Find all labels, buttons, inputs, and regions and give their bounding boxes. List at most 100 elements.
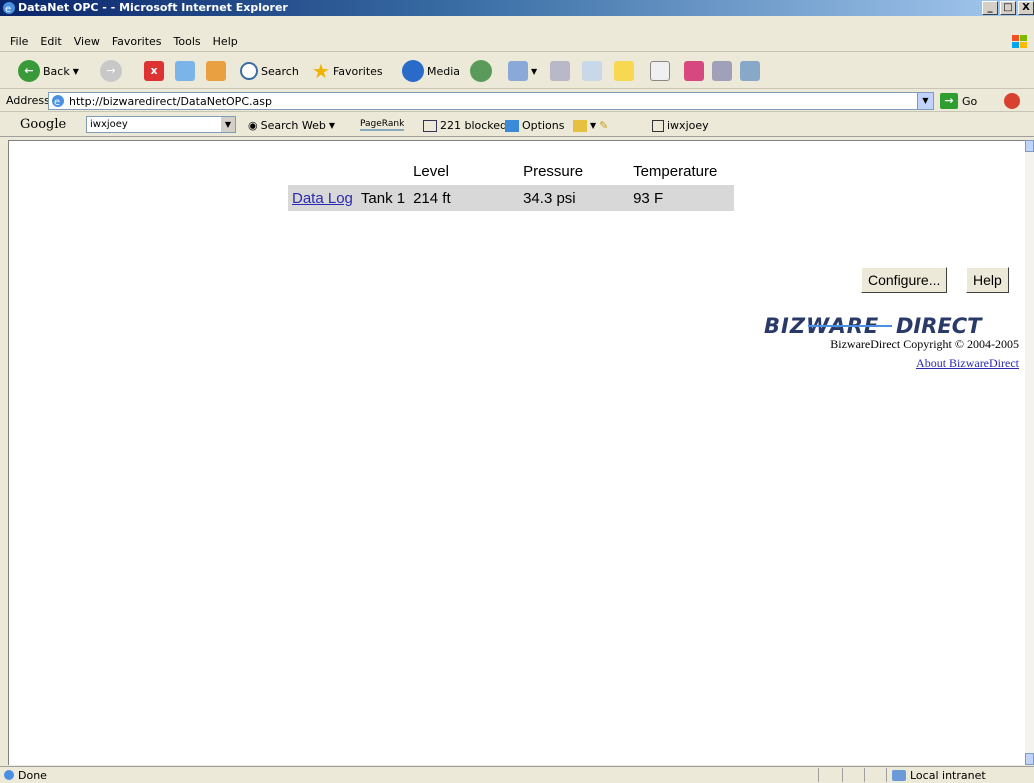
messenger-button[interactable]: [684, 59, 704, 83]
stop-button[interactable]: x: [144, 59, 164, 83]
options-icon: [505, 119, 519, 132]
scroll-up-button[interactable]: [1025, 140, 1034, 152]
scroll-down-button[interactable]: [1025, 753, 1034, 765]
media-button[interactable]: Media: [402, 59, 460, 83]
chevron-down-icon: ▼: [590, 121, 597, 130]
chevron-down-icon: ▼: [72, 66, 79, 76]
highlighter-icon: ✎: [599, 119, 609, 132]
options-button[interactable]: Options: [505, 119, 564, 132]
chevron-down-icon[interactable]: ▼: [917, 93, 933, 109]
menu-edit[interactable]: Edit: [40, 35, 61, 48]
contacts-button[interactable]: [740, 59, 760, 83]
history-icon: [470, 60, 492, 82]
folder-button[interactable]: ▼ ✎: [573, 119, 608, 132]
chevron-down-icon: ▼: [531, 66, 538, 76]
tool-button[interactable]: [712, 59, 732, 83]
level-value: 214 ft: [409, 185, 520, 211]
menu-tools[interactable]: Tools: [174, 35, 201, 48]
mail-icon: [508, 61, 528, 81]
blocked-count: 221 blocked: [440, 119, 508, 132]
data-log-cell: Data Log: [288, 185, 357, 211]
vertical-scrollbar[interactable]: [1025, 140, 1034, 765]
google-logo[interactable]: Google: [20, 117, 66, 132]
star-icon: ★: [312, 59, 330, 83]
google-toolbar: Google iwxjoey ▼ ◉ Search Web ▼ PageRank…: [0, 113, 1034, 137]
tool-icon: [712, 61, 732, 81]
google-user-button[interactable]: iwxjoey: [652, 119, 709, 132]
bizwaredirect-logo: BIZWARE DIRECT: [764, 314, 983, 338]
menu-file[interactable]: File: [10, 35, 28, 48]
pagerank-indicator: PageRank: [360, 119, 405, 131]
maximize-button[interactable]: □: [1000, 1, 1016, 15]
favorites-button[interactable]: ★ Favorites: [312, 59, 383, 83]
page-icon: e: [52, 95, 64, 108]
popup-blocker[interactable]: 221 blocked: [423, 119, 507, 132]
data-log-link[interactable]: Data Log: [292, 190, 353, 207]
menu-help[interactable]: Help: [213, 35, 238, 48]
temperature-value: 93 F: [629, 185, 735, 211]
note-icon: [614, 61, 634, 81]
zone-label: Local intranet: [910, 769, 986, 782]
svg-text:DIRECT: DIRECT: [896, 314, 983, 338]
svg-text:e: e: [54, 97, 60, 108]
menu-bar: File Edit View Favorites Tools Help: [0, 32, 1034, 52]
address-url: http://bizwaredirect/DataNetOPC.asp: [69, 95, 272, 108]
google-user-label: iwxjoey: [667, 119, 709, 132]
home-button[interactable]: [206, 59, 226, 83]
forward-arrow-icon: →: [100, 60, 122, 82]
pagerank-label: PageRank: [360, 119, 405, 131]
minimize-button[interactable]: _: [982, 1, 998, 15]
people-icon: [740, 61, 760, 81]
header-temperature: Temperature: [633, 162, 718, 180]
back-arrow-icon: ←: [18, 60, 40, 82]
print-icon: [550, 61, 570, 81]
mail-button[interactable]: ▼: [508, 59, 537, 83]
research-icon: [650, 61, 670, 81]
stop-icon: x: [144, 61, 164, 81]
menu-view[interactable]: View: [74, 35, 100, 48]
edit-button[interactable]: [582, 59, 602, 83]
intranet-icon: [892, 770, 906, 781]
research-button[interactable]: [650, 59, 670, 83]
address-label: Address: [6, 94, 50, 107]
edit-icon: [582, 61, 602, 81]
standard-toolbar: ← Back ▼ → x Search ★ Favorites Media ▼: [0, 53, 1034, 89]
address-bar: Address e http://bizwaredirect/DataNetOP…: [0, 90, 1034, 112]
address-input[interactable]: e http://bizwaredirect/DataNetOPC.asp ▼: [48, 92, 934, 110]
search-web-button[interactable]: ◉ Search Web ▼: [248, 119, 335, 132]
options-label: Options: [522, 119, 565, 132]
about-link[interactable]: About BizwareDirect: [819, 356, 1019, 371]
user-icon: [652, 119, 664, 132]
back-label: Back: [43, 64, 70, 78]
status-text: Done: [18, 769, 47, 782]
media-label: Media: [427, 64, 461, 78]
configure-button[interactable]: Configure...: [861, 267, 948, 293]
status-bar: Done Local intranet: [0, 766, 1034, 783]
back-button[interactable]: ← Back ▼: [18, 59, 79, 83]
search-icon: [240, 62, 258, 80]
header-pressure: Pressure: [523, 162, 584, 180]
discuss-button[interactable]: [614, 59, 634, 83]
refresh-icon: [175, 61, 195, 81]
header-blank-name: [357, 161, 409, 185]
close-button[interactable]: X: [1018, 1, 1034, 15]
google-search-input[interactable]: iwxjoey ▼: [86, 116, 236, 133]
page-icon: [4, 770, 14, 780]
menu-favorites[interactable]: Favorites: [112, 35, 162, 48]
search-button[interactable]: Search: [240, 59, 299, 83]
table-row: Data Log Tank 1 214 ft 34.3 psi 93 F: [288, 185, 735, 211]
links-icon[interactable]: [1004, 93, 1020, 109]
browser-window: e DataNet OPC - - Microsoft Internet Exp…: [0, 0, 1034, 783]
go-arrow-icon: →: [940, 93, 958, 109]
go-button[interactable]: → Go: [940, 93, 977, 109]
ie-icon: e: [3, 2, 15, 15]
forward-button[interactable]: →: [100, 59, 122, 83]
search-web-label: Search Web: [260, 119, 326, 132]
history-button[interactable]: [470, 59, 492, 83]
refresh-button[interactable]: [175, 59, 195, 83]
window-title: DataNet OPC - - Microsoft Internet Explo…: [18, 1, 288, 14]
chevron-down-icon: ▼: [328, 121, 336, 130]
chevron-down-icon[interactable]: ▼: [221, 117, 235, 132]
print-button[interactable]: [550, 59, 570, 83]
help-button[interactable]: Help: [966, 267, 1009, 293]
